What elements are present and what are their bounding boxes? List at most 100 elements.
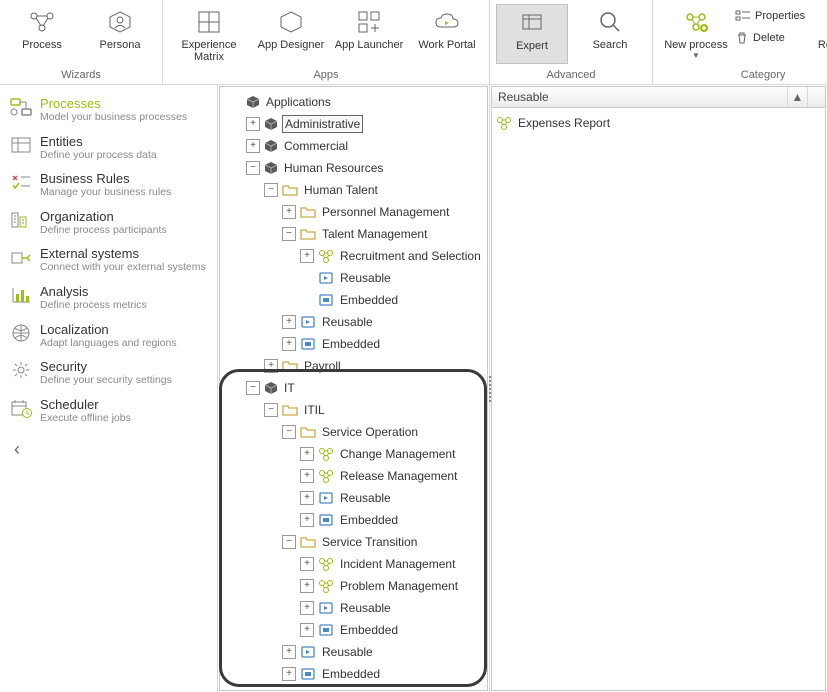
tree-node[interactable]: + Release Management [222, 465, 485, 487]
app-designer-button[interactable]: App Designer [255, 4, 327, 64]
tree-node-label: ITIL [302, 402, 327, 418]
tree-node-label: Release Management [338, 468, 459, 484]
app-launcher-icon [355, 8, 383, 36]
tree-node[interactable]: +Embedded [222, 333, 485, 355]
tree-toggle[interactable]: + [246, 139, 260, 153]
tree-node-label: Service Transition [320, 534, 419, 550]
search-button[interactable]: Search [574, 4, 646, 64]
tree-node[interactable]: +Payroll [222, 355, 485, 377]
tree-toggle[interactable]: − [264, 403, 278, 417]
tree-node[interactable]: Embedded [222, 289, 485, 311]
tree-toggle[interactable]: + [300, 513, 314, 527]
sidebar-item-external-systems[interactable]: External systemsConnect with your extern… [0, 241, 217, 279]
dropdown-arrow-icon[interactable]: ▼ [692, 51, 700, 60]
entity-icon [10, 134, 32, 156]
refresh-button[interactable]: Refresh [807, 4, 827, 64]
sidebar: ProcessesModel your business processesEn… [0, 85, 218, 692]
sort-asc-icon[interactable]: ▲ [787, 87, 807, 107]
tree-toggle[interactable]: + [300, 623, 314, 637]
delete-icon [735, 31, 749, 45]
tree-node[interactable]: −Human Resources [222, 157, 485, 179]
tree-node[interactable]: +Embedded [222, 619, 485, 641]
app-launcher-button[interactable]: App Launcher [333, 4, 405, 64]
sidebar-item-security[interactable]: SecurityDefine your security settings [0, 354, 217, 392]
tree-node[interactable]: − Talent Management [222, 223, 485, 245]
sidebar-item-scheduler[interactable]: SchedulerExecute offline jobs [0, 392, 217, 430]
tree-node-label: Reusable [338, 270, 393, 286]
tree-toggle[interactable]: + [300, 579, 314, 593]
tree-node[interactable]: +Problem Management [222, 575, 485, 597]
tree-toggle[interactable]: + [300, 601, 314, 615]
tree-toggle[interactable]: − [246, 161, 260, 175]
sidebar-item-localization[interactable]: LocalizationAdapt languages and regions [0, 317, 217, 355]
list-panel: Reusable ▲ Expenses Report [490, 85, 827, 692]
tree-toggle[interactable]: + [300, 491, 314, 505]
tree-node[interactable]: +Reusable [222, 311, 485, 333]
tree-toggle[interactable]: + [282, 315, 296, 329]
tree-node[interactable]: +Recruitment and Selection [222, 245, 485, 267]
new-process-icon [682, 8, 710, 36]
tree-toggle[interactable]: + [282, 645, 296, 659]
tree-toggle[interactable]: − [282, 535, 296, 549]
tree-node[interactable]: Reusable [222, 267, 485, 289]
tree-toggle[interactable]: + [282, 667, 296, 681]
expert-button[interactable]: Expert [496, 4, 568, 64]
tree-node[interactable]: + Commercial [222, 135, 485, 157]
sidebar-item-analysis[interactable]: AnalysisDefine process metrics [0, 279, 217, 317]
new-process-button[interactable]: New process ▼ [659, 4, 733, 64]
tree-node[interactable]: +Embedded [222, 509, 485, 531]
ribbon: Process Persona Wizards Experience Matri… [0, 0, 827, 85]
folder-icon [300, 228, 316, 240]
tree-node[interactable]: +Reusable [222, 487, 485, 509]
tree-node[interactable]: +Reusable [222, 597, 485, 619]
tree-node[interactable]: +Incident Management [222, 553, 485, 575]
tree-node[interactable]: − Service Transition [222, 531, 485, 553]
ribbon-group-label: Category [653, 69, 827, 84]
splitter-handle[interactable] [486, 359, 493, 419]
sidebar-item-organization[interactable]: OrganizationDefine process participants [0, 204, 217, 242]
tree-node[interactable]: +Administrative [222, 113, 485, 135]
tree-toggle[interactable]: + [246, 117, 260, 131]
flow-icon [10, 96, 32, 118]
sidebar-item-business-rules[interactable]: Business RulesManage your business rules [0, 166, 217, 204]
tree-toggle[interactable]: + [282, 337, 296, 351]
tree-panel: Applications+Administrative+Commercial−H… [218, 85, 490, 692]
tree-node[interactable]: −Human Talent [222, 179, 485, 201]
tree-node[interactable]: +Change Management [222, 443, 485, 465]
tree-node-label: Commercial [282, 138, 350, 154]
tree-node[interactable]: −Service Operation [222, 421, 485, 443]
sidebar-item-title: External systems [40, 246, 206, 261]
tree-toggle[interactable]: − [246, 381, 260, 395]
tree-toggle[interactable]: − [282, 227, 296, 241]
sidebar-collapse-button[interactable]: ‹ [0, 429, 217, 470]
list-item-expenses-report[interactable]: Expenses Report [496, 113, 821, 133]
delete-button[interactable]: Delete [735, 28, 805, 48]
cloud-icon [433, 8, 461, 36]
experience-matrix-button[interactable]: Experience Matrix [169, 4, 249, 64]
emb-icon [318, 623, 334, 637]
tree-node[interactable]: +Embedded [222, 663, 485, 685]
tree[interactable]: Applications+Administrative+Commercial−H… [219, 86, 488, 691]
tree-toggle[interactable]: + [264, 359, 278, 373]
tree-node[interactable]: − ITIL [222, 399, 485, 421]
tree-node-label: Talent Management [320, 226, 429, 242]
tree-toggle[interactable]: + [300, 447, 314, 461]
tree-toggle[interactable]: − [264, 183, 278, 197]
tree-toggle[interactable]: + [300, 557, 314, 571]
tree-toggle[interactable]: + [282, 205, 296, 219]
process-button[interactable]: Process [6, 4, 78, 64]
list-header[interactable]: Reusable ▲ [491, 86, 826, 108]
tree-node[interactable]: +Reusable [222, 641, 485, 663]
properties-button[interactable]: Properties [735, 6, 805, 26]
tree-node[interactable]: +Personnel Management [222, 201, 485, 223]
tree-toggle[interactable]: + [300, 469, 314, 483]
tree-toggle[interactable]: + [300, 249, 314, 263]
sidebar-item-processes[interactable]: ProcessesModel your business processes [0, 91, 217, 129]
work-portal-button[interactable]: Work Portal [411, 4, 483, 64]
search-icon [596, 8, 624, 36]
persona-button[interactable]: Persona [84, 4, 156, 64]
sidebar-item-entities[interactable]: EntitiesDefine your process data [0, 129, 217, 167]
tree-toggle[interactable]: − [282, 425, 296, 439]
tree-node[interactable]: Applications [222, 91, 485, 113]
tree-node[interactable]: −IT [222, 377, 485, 399]
